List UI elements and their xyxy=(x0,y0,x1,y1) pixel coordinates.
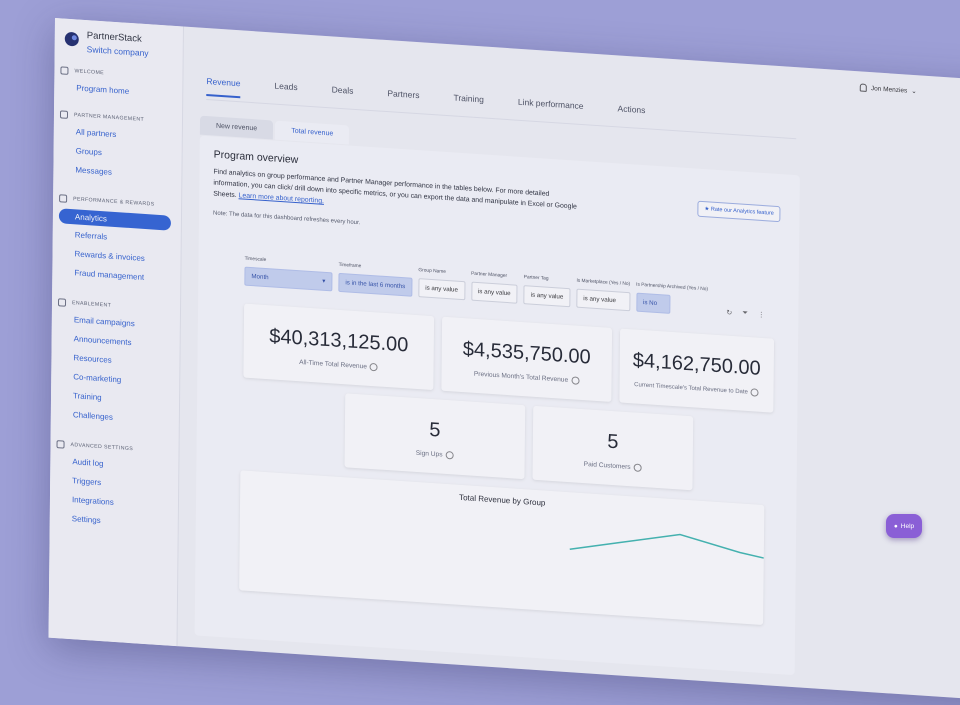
sidebar-item-groups[interactable]: Groups xyxy=(76,146,102,157)
kpi-previous-month-revenue[interactable]: $4,535,750.00 Previous Month's Total Rev… xyxy=(441,317,612,402)
chart-plot xyxy=(239,487,764,612)
partner-manager-input[interactable]: is any value xyxy=(471,282,518,304)
filter-actions: ↻ ⏷ ⋮ xyxy=(726,309,765,320)
refresh-note: Note: The data for this dashboard refres… xyxy=(213,211,360,227)
sidebar-item-email-campaigns[interactable]: Email campaigns xyxy=(74,315,135,328)
filter-is-marketplace: Is Marketplace (Yes / No) is any value xyxy=(576,279,630,312)
sidebar-item-messages[interactable]: Messages xyxy=(75,165,112,176)
section-performance-rewards: PERFORMANCE & REWARDS xyxy=(59,194,155,208)
info-icon[interactable] xyxy=(634,463,642,472)
sidebar-item-resources[interactable]: Resources xyxy=(73,353,111,365)
user-icon xyxy=(860,83,867,91)
more-icon[interactable]: ⋮ xyxy=(758,311,765,319)
kpi-paid-customers[interactable]: 5 Paid Customers xyxy=(532,406,693,491)
timescale-select[interactable]: Month ▾ xyxy=(244,267,332,292)
kpi-current-timescale-revenue[interactable]: $4,162,750.00 Current Timescale's Total … xyxy=(619,329,774,413)
kpi-all-time-revenue[interactable]: $40,313,125.00 All-Time Total Revenue xyxy=(243,304,434,391)
chart-series-line xyxy=(570,527,764,562)
sidebar-item-fraud-management[interactable]: Fraud management xyxy=(74,268,144,282)
gear-icon xyxy=(56,440,64,449)
sidebar-item-all-partners[interactable]: All partners xyxy=(76,127,117,139)
tab-deals[interactable]: Deals xyxy=(331,84,353,105)
chevron-down-icon: ⌄ xyxy=(911,87,917,95)
tab-revenue[interactable]: Revenue xyxy=(206,76,240,98)
filter-timescale: Timescale Month ▾ xyxy=(244,257,332,292)
app-window: PartnerStack Switch company WELCOME Prog… xyxy=(49,18,960,705)
help-icon: ● xyxy=(894,523,898,530)
tab-leads[interactable]: Leads xyxy=(274,81,297,103)
sidebar-item-analytics[interactable]: Analytics xyxy=(59,208,171,230)
home-icon xyxy=(60,66,68,75)
document-icon xyxy=(58,298,66,307)
brand-name: PartnerStack xyxy=(87,30,149,45)
sidebar-item-audit-log[interactable]: Audit log xyxy=(72,457,103,468)
sidebar-item-co-marketing[interactable]: Co-marketing xyxy=(73,372,121,384)
filter-partner-tag: Partner Tag is any value xyxy=(524,275,571,307)
star-icon xyxy=(59,194,67,203)
rate-analytics-button[interactable]: ★ Rate our Analytics feature xyxy=(697,201,781,223)
sidebar-item-program-home[interactable]: Program home xyxy=(76,83,129,96)
is-archived-input[interactable]: is No xyxy=(636,293,670,314)
refresh-icon[interactable]: ↻ xyxy=(726,309,732,317)
sidebar-item-challenges[interactable]: Challenges xyxy=(73,410,113,422)
main-content: Jon Menzies ⌄ Revenue Leads Deals Partne… xyxy=(181,67,960,705)
brand: PartnerStack Switch company xyxy=(65,29,149,59)
report-tabs: Revenue Leads Deals Partners Training Li… xyxy=(206,76,679,127)
tab-training[interactable]: Training xyxy=(453,92,484,114)
tab-link-performance[interactable]: Link performance xyxy=(518,97,584,121)
info-icon[interactable] xyxy=(370,363,378,372)
tab-actions[interactable]: Actions xyxy=(617,103,645,125)
is-marketplace-input[interactable]: is any value xyxy=(576,289,630,312)
kpi-sign-ups[interactable]: 5 Sign Ups xyxy=(344,393,525,479)
info-icon[interactable] xyxy=(571,376,579,385)
section-partner-management: PARTNER MANAGEMENT xyxy=(60,110,144,124)
user-name: Jon Menzies xyxy=(871,85,908,94)
chevron-down-icon: ▾ xyxy=(322,278,325,285)
users-icon xyxy=(60,110,68,119)
info-icon[interactable] xyxy=(751,388,759,397)
timeframe-input[interactable]: is in the last 6 months xyxy=(338,273,412,297)
sidebar-item-triggers[interactable]: Triggers xyxy=(72,476,101,487)
filter-timeframe: Timeframe is in the last 6 months xyxy=(338,263,412,297)
help-button[interactable]: ● Help xyxy=(886,514,922,538)
filter-partner-manager: Partner Manager is any value xyxy=(471,272,518,304)
info-icon[interactable] xyxy=(446,451,454,460)
sidebar-item-announcements[interactable]: Announcements xyxy=(74,334,132,347)
sidebar-item-rewards-invoices[interactable]: Rewards & invoices xyxy=(74,249,144,263)
filter-is-archived: Is Partnership Archived (Yes / No) is No xyxy=(636,283,708,317)
user-menu[interactable]: Jon Menzies ⌄ xyxy=(860,83,917,95)
sidebar-item-integrations[interactable]: Integrations xyxy=(72,495,114,507)
total-revenue-by-group-chart: Total Revenue by Group xyxy=(239,470,764,625)
program-overview-panel: Program overview Find analytics on group… xyxy=(195,136,800,676)
learn-more-link[interactable]: Learn more about reporting. xyxy=(239,192,324,205)
partner-tag-input[interactable]: is any value xyxy=(524,285,571,307)
sidebar-item-referrals[interactable]: Referrals xyxy=(75,230,108,241)
panel-title: Program overview xyxy=(214,149,299,167)
section-welcome: WELCOME xyxy=(60,66,104,77)
sidebar-item-settings[interactable]: Settings xyxy=(72,514,101,525)
partnerstack-logo-icon xyxy=(65,32,79,47)
group-name-input[interactable]: is any value xyxy=(418,278,465,300)
sidebar: PartnerStack Switch company WELCOME Prog… xyxy=(49,18,184,646)
section-enablement: ENABLEMENT xyxy=(58,298,111,310)
filter-group-name: Group Name is any value xyxy=(418,268,465,300)
section-advanced-settings: ADVANCED SETTINGS xyxy=(56,440,133,453)
switch-company-link[interactable]: Switch company xyxy=(87,44,149,58)
filter-icon[interactable]: ⏷ xyxy=(742,310,748,318)
sidebar-item-training[interactable]: Training xyxy=(73,391,102,402)
tab-partners[interactable]: Partners xyxy=(387,88,419,110)
